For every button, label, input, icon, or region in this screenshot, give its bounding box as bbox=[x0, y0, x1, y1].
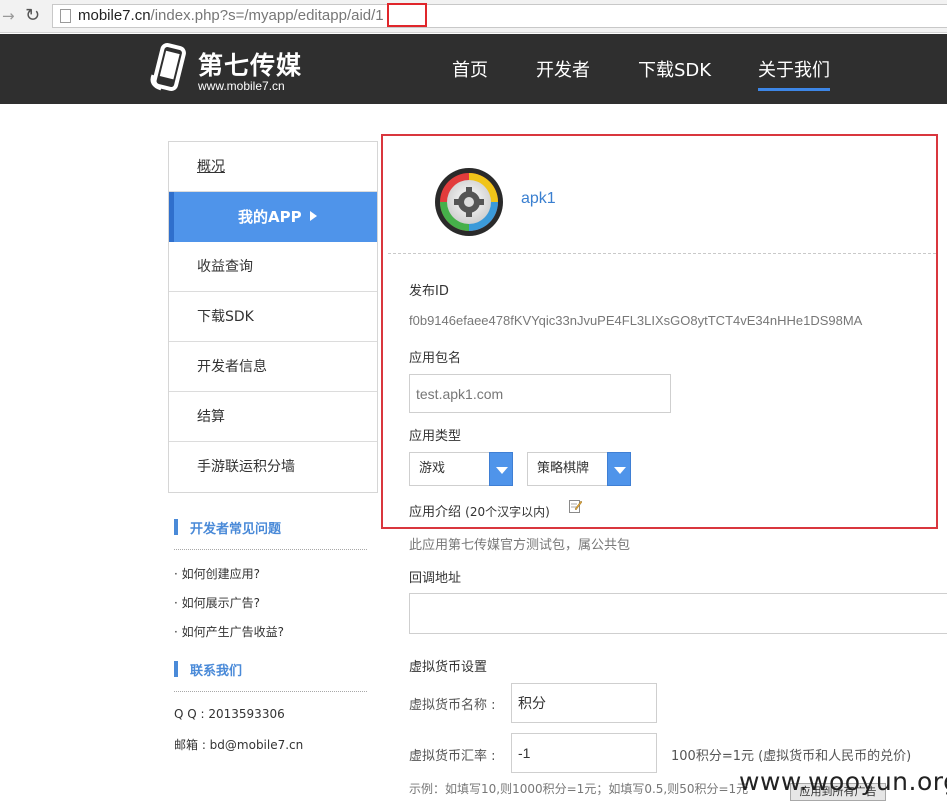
currency-section-title: 虚拟货币设置 bbox=[409, 660, 488, 675]
reload-icon[interactable]: ↻ bbox=[25, 5, 40, 26]
currency-name-label: 虚拟货币名称 : bbox=[409, 698, 496, 713]
faq-link-ad-revenue[interactable]: · 如何产生广告收益? bbox=[174, 623, 284, 640]
callback-label: 回调地址 bbox=[409, 571, 462, 586]
contact-qq: Q Q : 2013593306 bbox=[174, 707, 285, 721]
intro-value: 此应用第七传媒官方测试包，属公共包 bbox=[409, 538, 631, 553]
contact-heading: 联系我们 bbox=[174, 660, 242, 679]
url-host: mobile7.cn bbox=[78, 7, 151, 24]
nav-about-us[interactable]: 关于我们 bbox=[758, 56, 830, 82]
sidebar-item-overview[interactable]: 概况 bbox=[169, 142, 377, 192]
sidebar-item-points-wall[interactable]: 手游联运积分墙 bbox=[169, 442, 377, 492]
page-icon bbox=[60, 9, 71, 23]
sidebar-item-settlement[interactable]: 结算 bbox=[169, 392, 377, 442]
logo-subtitle: www.mobile7.cn bbox=[198, 79, 285, 93]
browser-toolbar: → ↻ mobile7.cn/index.php?s=/myapp/editap… bbox=[0, 0, 947, 33]
logo-title[interactable]: 第七传媒 bbox=[198, 46, 302, 82]
url-annotation-box bbox=[387, 3, 427, 27]
currency-rate-input[interactable] bbox=[511, 733, 657, 773]
watermark: www.wooyun.org bbox=[739, 767, 947, 796]
nav-developer[interactable]: 开发者 bbox=[536, 56, 590, 82]
sidebar-item-label: 收益查询 bbox=[197, 259, 253, 275]
divider bbox=[174, 549, 367, 550]
currency-rate-label: 虚拟货币汇率 : bbox=[409, 749, 496, 764]
sidebar-item-download-sdk[interactable]: 下载SDK bbox=[169, 292, 377, 342]
faq-heading-label: 开发者常见问题 bbox=[190, 522, 282, 537]
annotation-box bbox=[381, 134, 938, 529]
heading-bar bbox=[174, 661, 178, 677]
contact-heading-label: 联系我们 bbox=[190, 664, 243, 679]
url-text: mobile7.cn/index.php?s=/myapp/editapp/ai… bbox=[78, 7, 384, 24]
url-path: /index.php?s=/myapp/editapp/aid/1 bbox=[150, 7, 384, 24]
forward-icon[interactable]: → bbox=[2, 7, 15, 25]
sidebar-item-label: 手游联运积分墙 bbox=[197, 459, 295, 475]
heading-bar bbox=[174, 519, 178, 535]
faq-heading: 开发者常见问题 bbox=[174, 518, 281, 537]
faq-link-show-ads[interactable]: · 如何展示广告? bbox=[174, 594, 260, 611]
sidebar-item-label: 下载SDK bbox=[197, 309, 254, 325]
contact-email: 邮箱 : bd@mobile7.cn bbox=[174, 738, 304, 752]
sidebar-item-my-app[interactable]: 我的APP bbox=[169, 192, 377, 242]
nav-home[interactable]: 首页 bbox=[452, 56, 488, 82]
sidebar-item-label: 我的APP bbox=[238, 208, 302, 226]
rate-note: 100积分=1元 (虚拟货币和人民币的兑价) bbox=[671, 749, 912, 764]
site-header: 第七传媒 www.mobile7.cn 首页 开发者 下载SDK 关于我们 bbox=[0, 34, 947, 104]
callback-url-input[interactable] bbox=[409, 593, 947, 634]
nav-download-sdk[interactable]: 下载SDK bbox=[638, 56, 711, 82]
address-bar[interactable]: mobile7.cn/index.php?s=/myapp/editapp/ai… bbox=[52, 4, 947, 28]
faq-link-create-app[interactable]: · 如何创建应用? bbox=[174, 565, 260, 582]
divider bbox=[174, 691, 367, 692]
sidebar-item-developer-info[interactable]: 开发者信息 bbox=[169, 342, 377, 392]
phone-logo-icon[interactable] bbox=[150, 43, 188, 93]
currency-name-input[interactable] bbox=[511, 683, 657, 723]
play-arrow-icon bbox=[309, 211, 317, 221]
sidebar-item-revenue[interactable]: 收益查询 bbox=[169, 242, 377, 292]
sidebar: 概况 我的APP 收益查询 下载SDK 开发者信息 结算 手游联运积分墙 bbox=[168, 141, 378, 493]
sidebar-item-label: 概况 bbox=[197, 159, 225, 175]
sidebar-item-label: 结算 bbox=[197, 409, 225, 425]
sidebar-item-label: 开发者信息 bbox=[197, 359, 267, 375]
nav-active-indicator bbox=[758, 88, 830, 91]
